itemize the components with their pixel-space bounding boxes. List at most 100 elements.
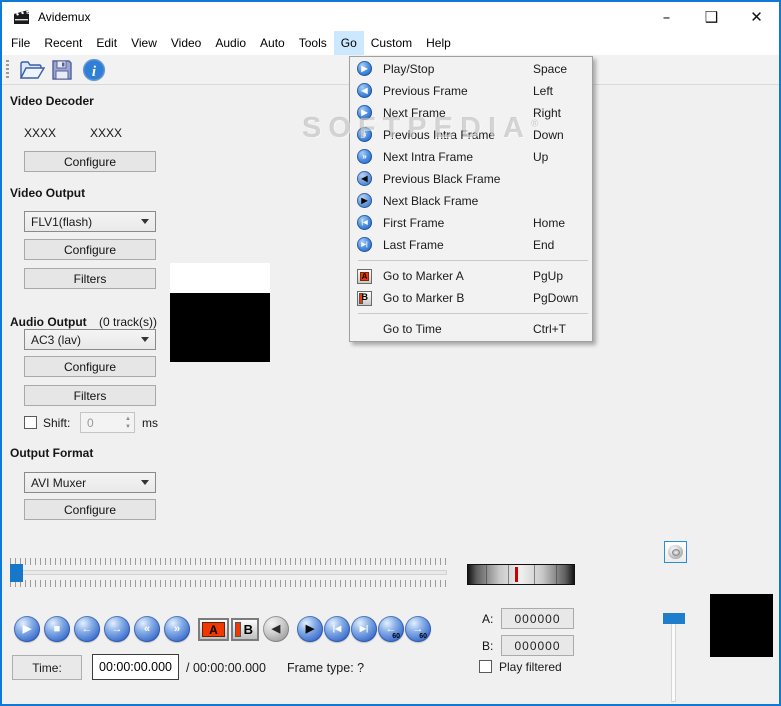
menu-item-label: Previous Frame — [383, 84, 468, 98]
menu-recent[interactable]: Recent — [37, 31, 89, 55]
back-one-minute-button[interactable]: ← 60 — [378, 616, 404, 642]
play-button[interactable]: ▶ — [14, 616, 40, 642]
menu-item-previous-frame[interactable]: ◀ Previous Frame Left — [350, 80, 592, 102]
video-preview-blank — [170, 263, 270, 293]
next-black-frame-button[interactable]: ▶ — [297, 616, 323, 642]
menu-item-label: Next Frame — [383, 106, 446, 120]
next-frame-button[interactable]: → — [104, 616, 130, 642]
menu-help[interactable]: Help — [419, 31, 458, 55]
menu-item-go-to-marker-a[interactable]: A Go to Marker A PgUp — [350, 265, 592, 287]
maximize-button[interactable]: ❑ — [689, 2, 734, 31]
next-intra-frame-button[interactable]: » — [164, 616, 190, 642]
menu-item-first-frame[interactable]: |◀ First Frame Home — [350, 212, 592, 234]
slider-ticks-top — [10, 558, 447, 565]
next-intra-frame-icon: » — [357, 149, 372, 164]
menu-file[interactable]: File — [4, 31, 37, 55]
shift-spinbox[interactable]: 0 ▲ ▼ — [80, 412, 135, 433]
save-file-icon[interactable] — [50, 58, 74, 82]
forward-one-minute-button[interactable]: → 60 — [405, 616, 431, 642]
menu-edit[interactable]: Edit — [89, 31, 124, 55]
audio-output-heading: Audio Output — [10, 315, 87, 329]
spinner-arrows-icon[interactable]: ▲ ▼ — [125, 415, 131, 431]
video-codec-select[interactable]: FLV1(flash) — [24, 211, 156, 232]
previous-intra-frame-button[interactable]: « — [134, 616, 160, 642]
video-configure-button[interactable]: Configure — [24, 239, 156, 260]
video-decoder-heading: Video Decoder — [10, 94, 94, 108]
seek-slider[interactable] — [10, 558, 447, 589]
video-filters-button[interactable]: Filters — [24, 268, 156, 289]
menu-item-label: First Frame — [383, 216, 445, 230]
shift-checkbox[interactable] — [24, 416, 37, 429]
last-frame-button[interactable]: ▶| — [351, 616, 377, 642]
window-title: Avidemux — [38, 10, 91, 24]
info-icon[interactable]: i — [82, 58, 106, 82]
previous-intra-frame-icon: « — [357, 127, 372, 142]
menu-item-label: Last Frame — [383, 238, 444, 252]
last-frame-icon: ▶| — [357, 237, 372, 252]
menu-video[interactable]: Video — [164, 31, 208, 55]
next-frame-icon: ▶ — [357, 105, 372, 120]
menu-item-shortcut: PgDown — [533, 291, 579, 305]
menu-item-label: Next Black Frame — [383, 194, 479, 208]
volume-slider-handle[interactable] — [663, 613, 685, 624]
thumbnail-black-box — [710, 594, 773, 657]
menu-item-shortcut: Right — [533, 106, 562, 120]
menu-item-shortcut: Space — [533, 62, 568, 76]
audio-filters-button[interactable]: Filters — [24, 385, 156, 406]
toolbar-drag-handle[interactable] — [6, 60, 9, 80]
time-button[interactable]: Time: — [12, 655, 82, 680]
open-file-icon[interactable] — [18, 58, 45, 82]
minimize-button[interactable]: – — [644, 2, 689, 31]
volume-slider-groove[interactable] — [671, 618, 676, 702]
time-input[interactable]: 00:00:00.000 — [92, 654, 179, 680]
shift-value: 0 — [87, 415, 94, 430]
video-codec-value: FLV1(flash) — [31, 214, 93, 229]
menu-custom[interactable]: Custom — [364, 31, 419, 55]
play-filtered-checkbox[interactable] — [479, 660, 492, 673]
previous-frame-button[interactable]: ← — [74, 616, 100, 642]
close-button[interactable]: ✕ — [734, 2, 779, 31]
menu-separator — [350, 309, 592, 318]
menu-view[interactable]: View — [124, 31, 164, 55]
audio-configure-button[interactable]: Configure — [24, 356, 156, 377]
menu-audio[interactable]: Audio — [208, 31, 253, 55]
menu-item-previous-black-frame[interactable]: ◀ Previous Black Frame — [350, 168, 592, 190]
menu-item-next-black-frame[interactable]: ▶ Next Black Frame — [350, 190, 592, 212]
menu-item-play-stop[interactable]: ▶ Play/Stop Space — [350, 58, 592, 80]
slider-handle[interactable] — [10, 564, 23, 582]
chevron-down-icon — [141, 219, 149, 224]
menu-auto[interactable]: Auto — [253, 31, 292, 55]
menu-item-shortcut: Ctrl+T — [533, 322, 566, 336]
first-frame-button[interactable]: |◀ — [324, 616, 350, 642]
menu-item-label: Go to Marker B — [383, 291, 465, 305]
set-marker-a-button[interactable]: A — [198, 618, 229, 641]
mute-button[interactable] — [664, 541, 687, 563]
muxer-configure-button[interactable]: Configure — [24, 499, 156, 520]
menu-item-label: Go to Marker A — [383, 269, 464, 283]
slider-groove[interactable] — [10, 570, 447, 575]
chevron-down-icon — [141, 480, 149, 485]
first-frame-icon: |◀ — [357, 215, 372, 230]
audio-codec-select[interactable]: AC3 (lav) — [24, 329, 156, 350]
menu-go[interactable]: Go — [333, 31, 364, 55]
set-marker-b-button[interactable]: B — [231, 618, 259, 641]
menu-item-go-to-marker-b[interactable]: B Go to Marker B PgDown — [350, 287, 592, 309]
menu-item-next-intra-frame[interactable]: » Next Intra Frame Up — [350, 146, 592, 168]
previous-black-frame-button[interactable]: ◀ — [263, 616, 289, 642]
menu-tools[interactable]: Tools — [292, 31, 334, 55]
decoder-value-right: XXXX — [90, 126, 123, 140]
stop-button[interactable]: ■ — [44, 616, 70, 642]
muxer-select[interactable]: AVI Muxer — [24, 472, 156, 493]
frame-type-label: Frame type: ? — [287, 661, 365, 675]
app-icon — [13, 8, 31, 25]
menu-item-last-frame[interactable]: ▶| Last Frame End — [350, 234, 592, 256]
marker-b-icon: B — [357, 291, 372, 306]
menu-item-shortcut: End — [533, 238, 555, 252]
menu-item-label: Play/Stop — [383, 62, 435, 76]
menu-item-next-frame[interactable]: ▶ Next Frame Right — [350, 102, 592, 124]
decoder-configure-button[interactable]: Configure — [24, 151, 156, 172]
menu-item-previous-intra-frame[interactable]: « Previous Intra Frame Down — [350, 124, 592, 146]
jog-shuttle-wheel[interactable] — [467, 564, 575, 585]
play-filtered-label: Play filtered — [499, 660, 562, 674]
menu-item-go-to-time[interactable]: Go to Time Ctrl+T — [350, 318, 592, 340]
